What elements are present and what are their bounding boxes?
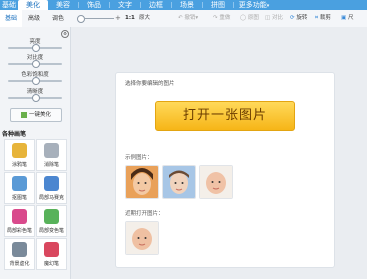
recent-image-1[interactable] [125,221,159,255]
undo-label: 撤销 [184,15,196,21]
eraser-icon [44,143,59,158]
recolor-pen-icon [44,209,59,224]
sharpness-slider-knob[interactable] [32,94,40,102]
nav-tab-text[interactable]: 文字 [110,0,140,10]
tool-local-recolor-pen[interactable]: 局部变色笔 [36,205,67,237]
example-image-1[interactable] [125,165,159,199]
brush-icon [12,143,27,158]
subtab-color[interactable]: 调色 [46,10,70,27]
rotate-label: 旋转 [296,15,308,21]
nav-tab-accessories[interactable]: 饰品 [79,0,109,10]
magic-pen-icon [44,242,59,257]
zoom-in-icon[interactable]: + [115,14,121,23]
tool-label: 消除笔 [43,162,59,168]
zoom-ratio[interactable]: 1:1 [125,14,135,23]
example-image-3-picture [200,166,232,198]
tool-label: 局部变色笔 [38,228,64,234]
one-key-beautify-button[interactable]: 一键美化 [10,108,62,122]
zoom-slider-knob[interactable] [77,15,85,23]
dropdown-arrow-icon: ▾ [195,15,199,21]
resize-button[interactable]: ▣ 尺 [341,14,353,23]
redo-icon: ↷ [213,15,218,21]
reset-label: 原图 [247,15,259,21]
top-nav: 基础 美化 美容 饰品 文字 边框 场景 拼图 更多功能▾ [0,0,367,10]
brightness-slider-knob[interactable] [32,44,40,52]
tool-label: 魔幻笔 [43,261,59,267]
undo-icon: ↶ [178,15,183,21]
one-key-label: 一键美化 [28,112,51,118]
tool-local-color-pen[interactable]: 局部彩色笔 [4,205,35,237]
nav-tab-frame[interactable]: 边框 [141,0,171,10]
zoom-slider-track[interactable] [84,18,114,19]
tool-cutout-pen[interactable]: 抠图笔 [4,172,35,204]
example-image-2[interactable] [162,165,196,199]
tool-label: 涂鸦笔 [11,162,27,168]
nav-tab-more[interactable]: 更多功能▾ [234,0,274,10]
subtab-advanced[interactable]: 高级 [22,10,46,27]
cutout-icon [12,176,27,191]
brush-section-title: 各种画笔 [2,131,27,138]
color-pen-icon [12,209,27,224]
tool-label: 局部彩色笔 [6,228,32,234]
reset-button[interactable]: ◯ 原图 [240,14,259,23]
recent-images-title: 近期打开图片： [125,211,164,217]
blur-bg-icon [12,242,27,257]
crop-button[interactable]: ⌗ 裁剪 [315,14,331,23]
nav-tab-basic-nav[interactable]: 基础 [0,0,18,10]
left-panel: ⚙ 亮度 对比度 色彩饱和度 清晰度 一键美化 各种画笔 涂鸦笔 消除笔 抠图笔… [0,27,71,279]
tool-local-mosaic[interactable]: 局部马赛克 [36,172,67,204]
tool-label: 局部马赛克 [38,195,64,201]
compare-button[interactable]: ◫ 对比 [265,14,283,23]
contrast-slider-knob[interactable] [32,60,40,68]
example-images-title: 示例图片： [125,155,153,161]
resize-label: 尺 [347,15,354,21]
redo-button[interactable]: ↷ 重做 [213,14,230,23]
recent-image-1-picture [126,222,158,254]
nav-tab-scene[interactable]: 场景 [172,0,202,10]
zoom-original-button[interactable]: 原大 [139,14,150,23]
crop-icon: ⌗ [315,15,319,21]
saturation-slider-knob[interactable] [32,77,40,85]
example-image-3[interactable] [199,165,233,199]
tool-doodle-pen[interactable]: 涂鸦笔 [4,139,35,171]
tool-magic-pen[interactable]: 魔幻笔 [36,238,67,270]
example-image-2-picture [163,166,195,198]
compare-label: 对比 [271,15,283,21]
open-image-button[interactable]: 打开一张图片 [155,101,295,131]
toolbar: 基础 高级 调色 + 1:1 原大 ↶ 撤销▾ ↷ 重做 ◯ 原图 ◫ 对比 ⟳… [0,10,367,28]
subtab-basic[interactable]: 基础 [0,10,22,27]
redo-label: 重做 [219,15,231,21]
dropdown-arrow-icon: ▾ [266,3,270,9]
nav-tab-beauty[interactable]: 美容 [48,0,78,10]
example-image-1-picture [126,166,158,198]
tool-label: 抠图笔 [11,195,27,201]
magic-wand-icon [20,111,27,118]
nav-tab-collage[interactable]: 拼图 [203,0,233,10]
crop-label: 裁剪 [319,15,331,21]
nav-tab-more-label: 更多功能 [238,1,267,9]
tool-background-blur[interactable]: 背景虚化 [4,238,35,270]
reset-icon: ◯ [240,15,247,21]
compare-icon: ◫ [265,15,271,21]
mosaic-icon [44,176,59,191]
rotate-button[interactable]: ⟳ 旋转 [290,14,307,23]
nav-tab-beautify[interactable]: 美化 [18,0,48,10]
undo-button[interactable]: ↶ 撤销▾ [178,14,198,23]
rotate-icon: ⟳ [290,15,295,21]
open-prompt-text: 选择你要编辑的图片 [125,81,175,87]
tool-eraser-pen[interactable]: 消除笔 [36,139,67,171]
tool-label: 背景虚化 [9,261,30,267]
resize-icon: ▣ [341,15,347,21]
